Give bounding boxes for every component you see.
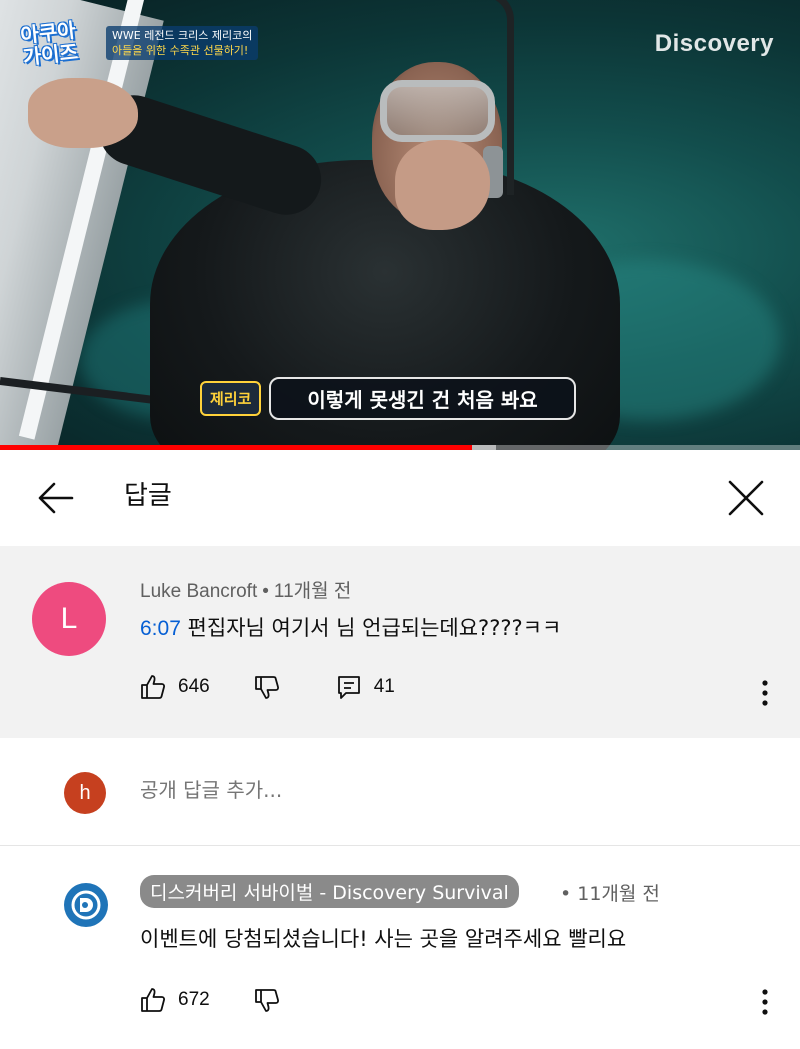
episode-caption-line1: WWE 레전드 크리스 제리코의: [112, 29, 253, 42]
timestamp-link[interactable]: 6:07: [140, 617, 181, 640]
more-vertical-icon: [762, 989, 768, 1015]
reply-text: 이벤트에 당첨되셨습니다! 사는 곳을 알려주세요 빨리요: [140, 927, 627, 951]
subtitle-text: 이렇게 못생긴 건 처음 봐요: [269, 376, 576, 420]
like-count: 672: [178, 989, 210, 1010]
comment-author[interactable]: Luke Bancroft: [140, 581, 257, 602]
reply-count: 41: [373, 676, 395, 697]
hand-over-face: [395, 140, 490, 230]
channel-avatar[interactable]: [64, 883, 108, 927]
page-title: 답글: [124, 481, 172, 511]
thumbs-up-icon: [141, 988, 166, 1012]
more-vertical-icon: [762, 680, 768, 706]
dislike-button[interactable]: [254, 987, 292, 1013]
reply-icon: [337, 676, 360, 699]
reply-comment: 디스커버리 서바이벌 - Discovery Survival • 11개월 전…: [0, 847, 800, 1049]
video-player[interactable]: 아쿠아 가이즈 WWE 레전드 크리스 제리코의 아들을 위한 수족관 선물하기…: [0, 0, 800, 450]
reply-time: • 11개월 전: [560, 883, 660, 905]
comment-text: 6:07 편집자님 여기서 님 언급되는데요????ㅋㅋ: [140, 612, 561, 642]
comment-actions: 646 41: [140, 674, 439, 700]
discovery-logo-icon: [71, 890, 101, 920]
more-options-button[interactable]: [750, 678, 780, 708]
channel-name-badge[interactable]: 디스커버리 서바이벌 - Discovery Survival: [140, 875, 519, 908]
back-button[interactable]: [36, 480, 76, 516]
thumbs-up-icon: [141, 675, 166, 699]
episode-caption: WWE 레전드 크리스 제리코의 아들을 위한 수족관 선물하기!: [106, 26, 259, 60]
reply-count-button[interactable]: 41: [336, 674, 395, 700]
reply-input[interactable]: [140, 778, 740, 802]
meta-separator: •: [262, 581, 269, 602]
subtitle: 제리코 이렇게 못생긴 건 처음 봐요: [200, 376, 576, 420]
like-button[interactable]: 672: [140, 987, 210, 1013]
like-count: 646: [178, 676, 210, 697]
show-logo: 아쿠아 가이즈: [19, 16, 108, 78]
replies-header: 답글: [0, 450, 800, 546]
discovery-watermark: Discovery: [654, 30, 774, 57]
more-options-button[interactable]: [750, 987, 780, 1017]
parent-comment: L Luke Bancroft • 11개월 전 6:07 편집자님 여기서 님 언…: [0, 546, 800, 738]
close-icon: [728, 480, 764, 516]
like-button[interactable]: 646: [140, 674, 210, 700]
episode-caption-line2: 아들을 위한 수족관 선물하기!: [112, 44, 249, 57]
dislike-button[interactable]: [254, 674, 292, 700]
diver-hand: [28, 78, 138, 148]
thumbs-down-icon: [254, 676, 279, 699]
add-reply-row: h: [0, 738, 800, 846]
thumbs-down-icon: [254, 989, 279, 1012]
user-avatar: h: [64, 772, 106, 814]
comment-time: 11개월 전: [273, 581, 352, 602]
reply-actions: 672: [140, 987, 336, 1013]
comment-body: 편집자님 여기서 님 언급되는데요????ㅋㅋ: [180, 616, 562, 640]
avatar[interactable]: L: [32, 582, 106, 656]
speaker-tag: 제리코: [200, 380, 262, 416]
close-button[interactable]: [726, 478, 766, 518]
comment-meta: Luke Bancroft • 11개월 전: [140, 576, 351, 603]
arrow-left-icon: [38, 482, 74, 514]
